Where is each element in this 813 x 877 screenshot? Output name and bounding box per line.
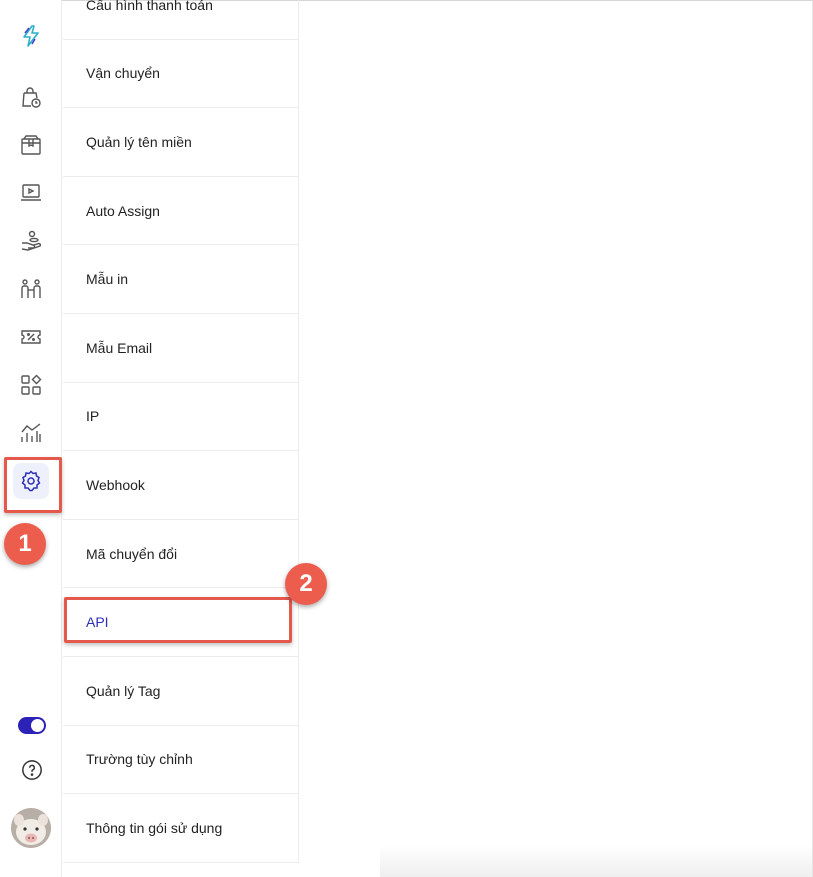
apps-grid-icon[interactable]: [13, 367, 49, 403]
menu-item-auto-assign[interactable]: Auto Assign: [63, 177, 298, 246]
menu-item-shipping[interactable]: Vận chuyển: [63, 40, 298, 109]
avatar[interactable]: [11, 808, 51, 848]
menu-item-email-templates[interactable]: Mẫu Email: [63, 314, 298, 383]
theme-toggle[interactable]: [18, 717, 46, 734]
hand-coins-icon[interactable]: [13, 223, 49, 259]
menu-item-plan-info[interactable]: Thông tin gói sử dụng: [63, 794, 298, 863]
menu-item-tag-management[interactable]: Quản lý Tag: [63, 657, 298, 726]
bottom-shadow: [380, 845, 813, 877]
brand-logo-icon[interactable]: [13, 18, 49, 54]
menu-item-domain-management[interactable]: Quản lý tên miền: [63, 108, 298, 177]
menu-item-custom-fields[interactable]: Trường tùy chỉnh: [63, 726, 298, 795]
question-circle-icon[interactable]: [21, 759, 43, 781]
settings-menu: Cấu hình thanh toán Vận chuyển Quản lý t…: [63, 0, 299, 863]
menu-item-payment-config[interactable]: Cấu hình thanh toán: [63, 0, 298, 40]
highlight-settings-box: [4, 457, 62, 513]
step-badge-2: 2: [285, 563, 327, 605]
step-badge-1: 1: [4, 523, 46, 565]
analytics-chart-icon[interactable]: [13, 415, 49, 451]
shopping-bag-clock-icon[interactable]: [13, 79, 49, 115]
laptop-video-icon[interactable]: [13, 175, 49, 211]
icon-sidebar: [0, 0, 62, 877]
menu-item-print-templates[interactable]: Mẫu in: [63, 245, 298, 314]
discount-ticket-icon[interactable]: [13, 319, 49, 355]
menu-item-webhook[interactable]: Webhook: [63, 451, 298, 520]
menu-item-conversion-code[interactable]: Mã chuyển đổi: [63, 520, 298, 589]
menu-item-ip[interactable]: IP: [63, 383, 298, 452]
highlight-api-box: [64, 597, 292, 643]
users-icon[interactable]: [13, 271, 49, 307]
package-box-icon[interactable]: [13, 127, 49, 163]
